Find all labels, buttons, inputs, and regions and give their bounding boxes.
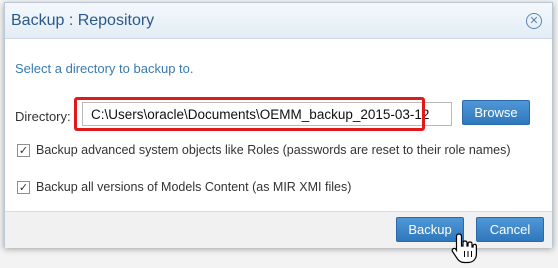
hand-pointer-icon [451, 233, 477, 264]
close-icon[interactable]: ✕ [526, 13, 542, 29]
option-row-model-versions[interactable]: ✓ Backup all versions of Models Content … [17, 180, 351, 194]
cancel-button[interactable]: Cancel [476, 217, 544, 242]
browse-button[interactable]: Browse [462, 100, 530, 125]
directory-highlight-box [74, 97, 425, 131]
option-row-system-objects[interactable]: ✓ Backup advanced system objects like Ro… [17, 143, 511, 157]
directory-label: Directory: [15, 109, 71, 124]
checkbox-system-objects[interactable]: ✓ [17, 143, 30, 157]
option-label-model-versions: Backup all versions of Models Content (a… [36, 180, 352, 194]
option-label-system-objects: Backup advanced system objects like Role… [36, 143, 511, 157]
instruction-text: Select a directory to backup to. [15, 61, 194, 76]
backup-repository-dialog: Backup : Repository ✕ Select a directory… [4, 2, 553, 248]
dialog-titlebar: Backup : Repository ✕ [5, 3, 552, 39]
dialog-title: Backup : Repository [11, 12, 155, 29]
checkbox-model-versions[interactable]: ✓ [17, 180, 30, 194]
